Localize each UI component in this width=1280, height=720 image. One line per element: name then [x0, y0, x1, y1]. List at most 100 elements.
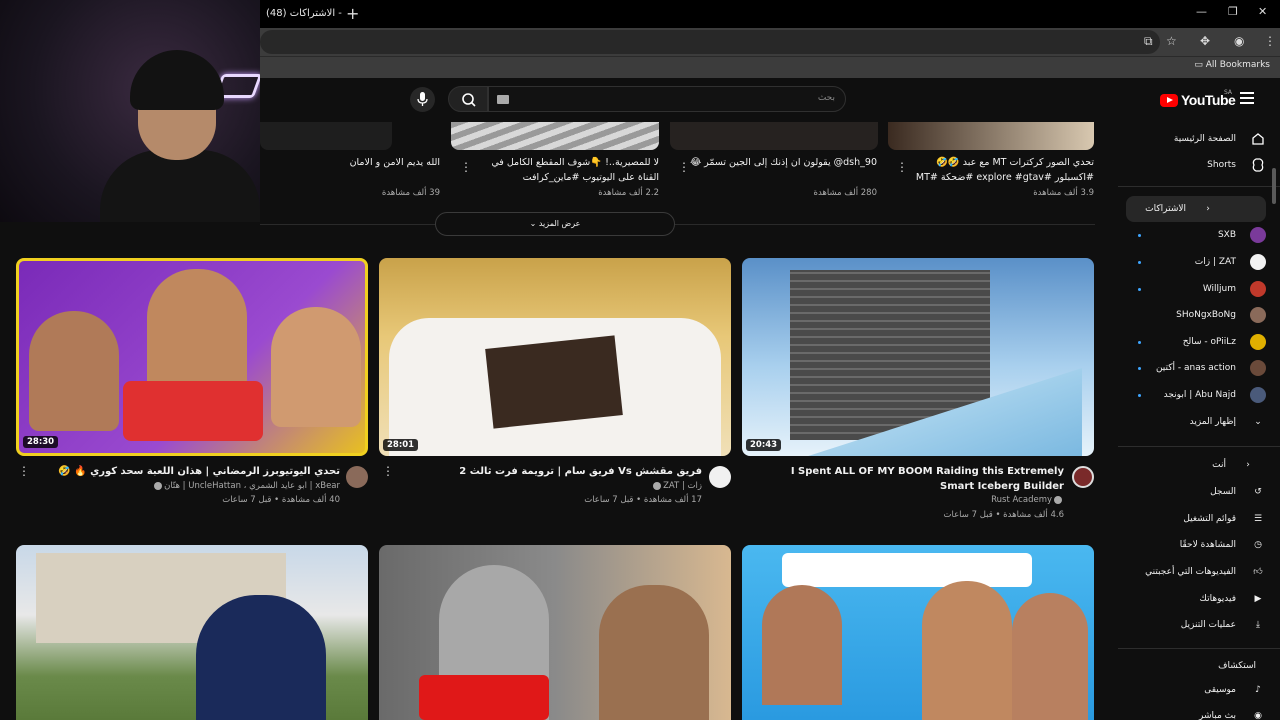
sidebar-item-label: إظهار المزيد [1189, 417, 1236, 427]
minimize-button[interactable]: — [1196, 5, 1207, 18]
video-thumbnail[interactable] [16, 545, 368, 720]
short-thumbnail[interactable] [451, 122, 659, 150]
sidebar-sub-item[interactable]: سالح - oPiiLz [1126, 329, 1266, 355]
sidebar-item-history[interactable]: السجل ↺ [1126, 479, 1266, 505]
short-thumbnail[interactable] [670, 122, 878, 150]
sidebar-sub-item[interactable]: أكتين - anas action [1126, 355, 1266, 381]
sidebar-item-label: عمليات التنزيل [1180, 620, 1236, 630]
sidebar-item-liked[interactable]: الفيديوهات التي أعجبتني 👍︎ [1126, 559, 1266, 585]
sidebar-item-watch-later[interactable]: المشاهدة لاحقًا ◷ [1126, 532, 1266, 558]
sidebar-item-your-videos[interactable]: فيديوهاتك ▶ [1126, 586, 1266, 612]
chevron-right-icon: › [1246, 460, 1250, 470]
clock-icon: ◷ [1254, 540, 1262, 550]
channel-avatar[interactable] [709, 466, 731, 488]
new-content-dot [1138, 261, 1141, 264]
sidebar-item-home[interactable]: الصفحة الرئيسية [1126, 126, 1266, 152]
sidebar-item-label: موسيقى [1204, 685, 1236, 695]
video-title[interactable]: فريق مقشش Vs فريق سام | ترويمة فرت ثالث … [402, 464, 702, 479]
close-window-button[interactable]: ✕ [1258, 5, 1267, 18]
verified-icon [154, 481, 163, 490]
thumb-graphic [762, 585, 842, 705]
sidebar-item-label: سالح - oPiiLz [1182, 337, 1236, 347]
verified-icon [653, 481, 662, 490]
more-options-icon[interactable]: ⋮ [18, 464, 30, 478]
sidebar-item-label: الاشتراكات [1145, 204, 1186, 214]
video-icon: ▶ [1254, 594, 1262, 604]
channel-avatar [1250, 360, 1266, 376]
channel-avatar[interactable] [346, 466, 368, 488]
more-options-icon[interactable]: ⋮ [382, 464, 394, 478]
sidebar-item-label: الصفحة الرئيسية [1173, 134, 1236, 144]
short-title[interactable]: dsh_90@ يقولون ان إذنك إلى الجين تسمّر 😂 [687, 155, 877, 170]
sidebar-item-music[interactable]: موسيقى ♪ [1126, 677, 1266, 703]
sidebar-divider [1118, 186, 1280, 187]
sidebar-item-label: ابونجد | Abu Najd [1163, 390, 1236, 400]
sidebar-scrollbar[interactable] [1272, 168, 1276, 204]
video-thumbnail[interactable]: 28:01 [379, 258, 731, 456]
browser-tab[interactable]: (48) الاشتراكات - YouTube [260, 2, 342, 26]
shorts-icon [1250, 157, 1266, 173]
video-thumbnail[interactable]: 28:30 [16, 258, 368, 456]
all-bookmarks[interactable]: ▭ All Bookmarks [1194, 60, 1270, 70]
sidebar-sub-item[interactable]: SXB [1126, 222, 1266, 248]
sidebar-sub-item[interactable]: زات | ZAT [1126, 249, 1266, 275]
sidebar-section-you[interactable]: أنت › [1126, 452, 1266, 478]
thumb-graphic [147, 269, 247, 399]
short-thumbnail[interactable] [888, 122, 1094, 150]
show-more-label: عرض المزيد [538, 219, 581, 228]
video-channel[interactable]: xBear | ابو عايد الشمري ، UncleHattan | … [40, 481, 340, 491]
sidebar-divider [1118, 446, 1280, 447]
video-thumbnail[interactable] [379, 545, 731, 720]
all-bookmarks-label: All Bookmarks [1205, 60, 1270, 70]
browser-menu-icon[interactable]: ⋮ [1264, 34, 1276, 48]
short-title[interactable]: تحدي الصور كركترات MT مع عبد 🤣🤣 #اكسبلور… [904, 155, 1094, 185]
sidebar-sub-item[interactable]: ابونجد | Abu Najd [1126, 382, 1266, 408]
video-title[interactable]: I Spent ALL OF MY BOOM Raiding this Extr… [764, 464, 1064, 494]
video-title[interactable]: تحدي اليوتيوبرز الرمضاني | هذان اللعبة س… [40, 464, 340, 479]
restore-button[interactable]: ❐ [1228, 5, 1238, 18]
short-thumbnail[interactable] [260, 122, 392, 150]
thumb-graphic [29, 311, 119, 431]
sidebar-item-subscriptions[interactable]: الاشتراكات › [1126, 196, 1266, 222]
hamburger-menu-icon[interactable] [1240, 92, 1254, 104]
channel-name: Rust Academy [991, 495, 1052, 505]
sidebar-item-downloads[interactable]: عمليات التنزيل ⤓ [1126, 612, 1266, 638]
sidebar-show-more[interactable]: إظهار المزيد ⌄ [1126, 409, 1266, 435]
search-icon [462, 93, 476, 107]
video-channel[interactable]: زات | ZAT [402, 481, 702, 491]
keyboard-icon[interactable] [497, 95, 509, 104]
extensions-icon[interactable]: ✥ [1200, 34, 1210, 48]
video-meta: 40 ألف مشاهدة • قبل 7 ساعات [222, 495, 340, 505]
video-duration: 28:30 [23, 436, 59, 448]
short-title[interactable]: لا للمصيرية..! 👇شوف المقطع الكامل في الق… [469, 155, 659, 185]
search-button[interactable] [448, 86, 488, 112]
video-thumbnail[interactable] [742, 545, 1094, 720]
sidebar-section-explore: استكشاف [1218, 661, 1256, 671]
sidebar-sub-item[interactable]: Willjum [1126, 276, 1266, 302]
video-thumbnail[interactable]: 20:43 [742, 258, 1094, 456]
thumb-graphic [599, 585, 709, 720]
sidebar-item-label: فيديوهاتك [1199, 594, 1236, 604]
video-channel[interactable]: Rust Academy [764, 495, 1064, 505]
bookmark-star-icon[interactable]: ☆ [1166, 34, 1177, 48]
short-title[interactable]: الله يديم الامن و الامان [250, 155, 440, 170]
voice-search-button[interactable] [410, 87, 435, 112]
show-more-button[interactable]: ⌄ عرض المزيد [435, 212, 675, 236]
thumb-graphic [485, 335, 623, 429]
sidebar-item-live[interactable]: بث مباشر ◉ [1126, 703, 1266, 720]
sidebar-sub-item[interactable]: SHoNgxBoNg [1126, 302, 1266, 328]
new-content-dot [1138, 234, 1141, 237]
install-app-icon[interactable]: ⧉ [1144, 34, 1153, 49]
sidebar-item-shorts[interactable]: Shorts [1126, 152, 1266, 178]
sidebar-item-playlists[interactable]: قوائم التشغيل ☰ [1126, 506, 1266, 532]
channel-avatar [1250, 227, 1266, 243]
omnibox[interactable] [260, 30, 1160, 54]
channel-avatar[interactable] [1072, 466, 1094, 488]
sidebar-item-label: المشاهدة لاحقًا [1179, 540, 1236, 550]
video-meta: 4.6 ألف مشاهدة • قبل 7 ساعات [943, 510, 1065, 520]
sidebar-item-label: السجل [1210, 487, 1236, 497]
search-input[interactable]: بحث [488, 86, 846, 112]
thumb-graphic [123, 381, 263, 441]
new-tab-button[interactable]: + [346, 4, 359, 23]
profile-icon[interactable]: ◉ [1234, 34, 1244, 48]
